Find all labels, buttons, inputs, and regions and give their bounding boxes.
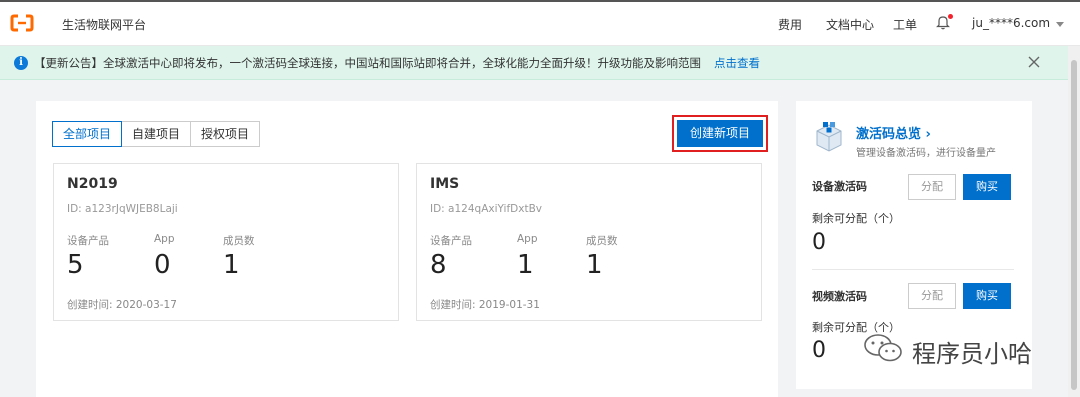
stat-value-app: 1 xyxy=(517,250,534,280)
stat-label-devices: 设备产品 xyxy=(430,235,472,247)
project-name[interactable]: N2019 xyxy=(67,176,118,192)
tab-authorized-projects[interactable]: 授权项目 xyxy=(190,121,261,147)
stat-label-members: 成员数 xyxy=(586,235,618,247)
stat-label-devices: 设备产品 xyxy=(67,235,109,247)
divider xyxy=(812,269,1014,270)
notification-dot xyxy=(948,14,953,19)
assign-device-code-button[interactable]: 分配 xyxy=(908,174,956,200)
top-navigation-bar: 生活物联网平台 费用 文档中心 工单 ju_****6.com xyxy=(0,0,1080,46)
activation-overview-subtitle: 管理设备激活码，进行设备量产 xyxy=(856,148,996,159)
create-project-button[interactable]: 创建新项目 xyxy=(677,120,763,147)
project-card[interactable]: IMS ID: a124qAxiYifDxtBv 设备产品 App 成员数 8 … xyxy=(416,163,762,321)
project-id: ID: a123rJqWJEB8Laji xyxy=(67,203,178,215)
user-account[interactable]: ju_****6.com xyxy=(972,16,1050,30)
stat-value-devices: 8 xyxy=(430,250,447,280)
project-card[interactable]: N2019 ID: a123rJqWJEB8Laji 设备产品 App 成员数 … xyxy=(53,163,399,321)
aliyun-logo-icon[interactable] xyxy=(10,14,34,32)
project-id: ID: a124qAxiYifDxtBv xyxy=(430,203,542,215)
buy-video-code-button[interactable]: 购买 xyxy=(963,283,1011,309)
stat-label-app: App xyxy=(517,233,538,245)
stat-label-members: 成员数 xyxy=(223,235,255,247)
project-filter-tabs: 全部项目 自建项目 授权项目 xyxy=(52,121,261,147)
scrollbar-thumb[interactable] xyxy=(1071,60,1077,390)
tab-all-projects[interactable]: 全部项目 xyxy=(52,121,123,147)
video-code-remaining-value: 0 xyxy=(812,338,826,363)
buy-device-code-button[interactable]: 购买 xyxy=(963,174,1011,200)
close-icon[interactable] xyxy=(1026,54,1042,70)
project-created-date: 创建时间: 2019-01-31 xyxy=(430,299,540,311)
watermark-text: 程序员小哈 xyxy=(912,340,1032,368)
wechat-watermark-icon xyxy=(864,334,902,362)
stat-label-app: App xyxy=(154,233,175,245)
announcement-banner: i 【更新公告】全球激活中心即将发布，一个激活码全球连接，中国站和国际站即将合并… xyxy=(0,46,1068,80)
tab-own-projects[interactable]: 自建项目 xyxy=(121,121,192,147)
stat-value-members: 1 xyxy=(223,250,240,280)
device-code-remaining-label: 剩余可分配（个） xyxy=(812,212,900,225)
video-code-label: 视频激活码 xyxy=(812,290,867,303)
chevron-down-icon[interactable] xyxy=(1056,22,1064,27)
stat-value-members: 1 xyxy=(586,250,603,280)
nav-docs[interactable]: 文档中心 xyxy=(826,16,874,33)
nav-tickets[interactable]: 工单 xyxy=(893,16,917,33)
info-icon: i xyxy=(14,56,28,70)
activation-code-icon xyxy=(816,122,842,152)
device-code-remaining-value: 0 xyxy=(812,230,826,255)
announcement-text: 【更新公告】全球激活中心即将发布，一个激活码全球连接，中国站和国际站即将合并，全… xyxy=(34,56,701,70)
announcement-link[interactable]: 点击查看 xyxy=(714,55,760,71)
stat-value-devices: 5 xyxy=(67,250,84,280)
device-code-label: 设备激活码 xyxy=(812,180,867,193)
stat-value-app: 0 xyxy=(154,250,171,280)
activation-overview-link[interactable]: 激活码总览 › xyxy=(856,123,931,142)
project-name[interactable]: IMS xyxy=(430,176,459,192)
assign-video-code-button[interactable]: 分配 xyxy=(908,283,956,309)
app-title[interactable]: 生活物联网平台 xyxy=(62,16,146,33)
nav-fees[interactable]: 费用 xyxy=(778,16,802,33)
project-created-date: 创建时间: 2020-03-17 xyxy=(67,299,177,311)
